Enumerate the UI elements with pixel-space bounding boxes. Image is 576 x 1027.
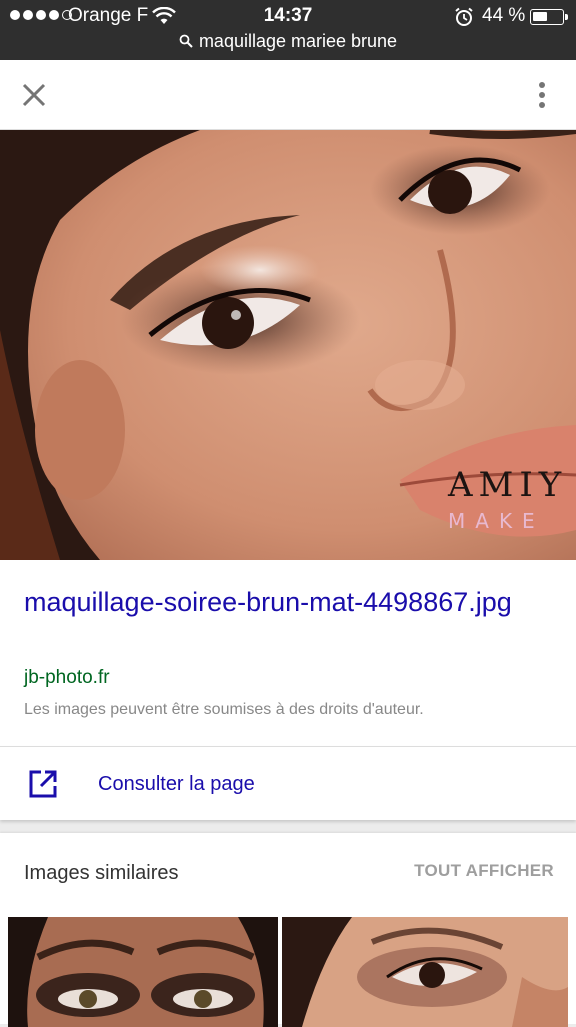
alarm-icon [455,7,473,26]
image-title-link[interactable]: maquillage-soiree-brun-mat-4498867.jpg [24,584,544,620]
address-bar[interactable]: maquillage mariee brune [0,31,576,52]
similar-image-thumbnail[interactable] [8,917,278,1027]
source-domain[interactable]: jb-photo.fr [24,667,110,689]
preview-image[interactable]: AMIY MAKE [0,130,576,560]
watermark-subtext: MAKE [448,509,545,533]
copyright-notice: Les images peuvent être soumises à des d… [24,701,424,718]
watermark-text: AMIY [447,465,567,505]
address-bar-query: maquillage mariee brune [198,31,398,51]
open-in-new-icon [29,770,57,798]
viewer-toolbar [0,60,576,130]
visit-page-label: Consulter la page [98,773,255,795]
see-all-button[interactable]: TOUT AFFICHER [414,861,554,881]
more-vertical-icon[interactable] [526,79,558,111]
battery-icon [530,9,568,25]
search-icon [179,34,193,48]
similar-images-section: Images similaires TOUT AFFICHER [0,833,576,1027]
similar-image-graphic [8,917,278,1027]
visit-page-button[interactable]: Consulter la page [0,746,576,820]
preview-image-graphic: AMIY MAKE [0,130,576,560]
similar-image-thumbnail[interactable] [282,917,568,1027]
close-icon[interactable] [18,79,50,111]
similar-images-title: Images similaires [24,862,179,884]
image-info-panel: maquillage-soiree-brun-mat-4498867.jpg j… [0,560,576,746]
status-row: Orange F 14:37 44 % [0,4,576,28]
similar-image-graphic [282,917,568,1027]
battery-percent: 44 % [482,5,526,26]
status-bar: Orange F 14:37 44 % maquillage mariee br… [0,0,576,60]
